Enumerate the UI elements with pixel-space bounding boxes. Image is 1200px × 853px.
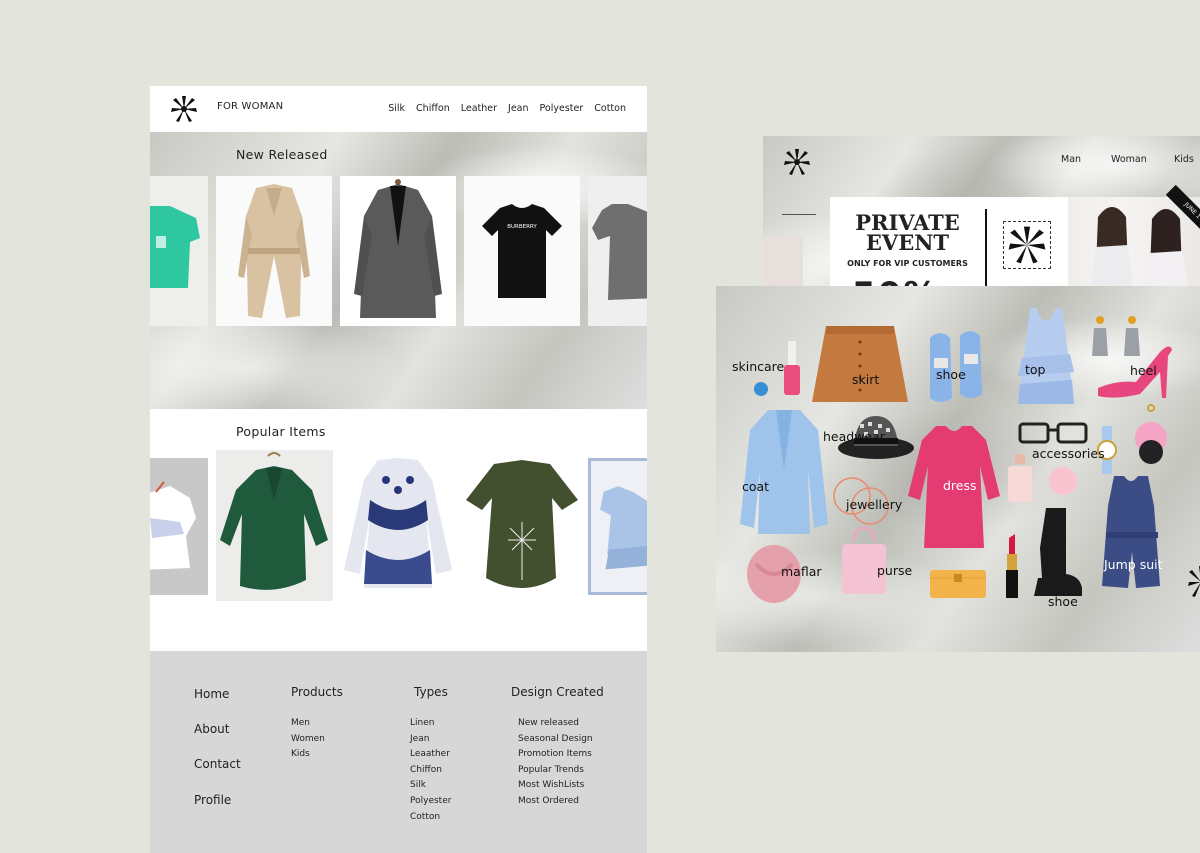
label-shoe-boot: shoe (1048, 594, 1078, 609)
footer-item[interactable]: Most WishLists (518, 778, 593, 794)
label-skirt: skirt (852, 372, 880, 387)
footer-list-design-created: New released Seasonal Design Promotion I… (518, 716, 593, 810)
nav-kids[interactable]: Kids (1174, 154, 1194, 165)
pink-handbag-image (840, 526, 888, 596)
website-mockup-main: FOR WOMAN Silk Chiffon Leather Jean Poly… (150, 86, 647, 853)
footer-link-contact[interactable]: Contact (194, 757, 241, 771)
footer-link-about[interactable]: About (194, 722, 229, 736)
fur-keychain-image (1130, 404, 1172, 470)
product-card-trench-coat[interactable] (216, 176, 332, 326)
product-card-green-tshirt[interactable] (150, 176, 208, 326)
promo-headline: PRIVATE EVENT (855, 210, 960, 255)
product-card-green-blouse[interactable] (216, 450, 333, 601)
footer-item[interactable]: Seasonal Design (518, 732, 593, 748)
perfume-image (1006, 454, 1034, 504)
divider (985, 209, 987, 286)
site-header: FOR WOMAN Silk Chiffon Leather Jean Poly… (150, 86, 647, 132)
nav-silk[interactable]: Silk (388, 103, 405, 114)
compact-powder-image (1048, 466, 1078, 496)
blue-coat-image (738, 410, 830, 536)
footer-item[interactable]: Popular Trends (518, 763, 593, 779)
footer-item[interactable]: New released (518, 716, 593, 732)
promo-discount: 50% (852, 275, 939, 286)
product-card-olive-top[interactable] (464, 450, 581, 601)
nav-woman[interactable]: Woman (1111, 154, 1147, 165)
label-jumpsuit: Jump suit (1104, 557, 1163, 572)
lily-stamp-icon (1003, 221, 1051, 269)
nav-leather[interactable]: Leather (461, 103, 497, 114)
footer-item[interactable]: Promotion Items (518, 747, 593, 763)
label-headwear: headwear (823, 429, 885, 444)
label-coat: coat (742, 479, 770, 494)
gold-clutch-image (930, 566, 986, 598)
fashion-mood-board: skincare skirt shoe top heel headwear ac… (716, 286, 1200, 652)
nav-chiffon[interactable]: Chiffon (416, 103, 450, 114)
product-card-ruffle-top[interactable] (150, 458, 208, 595)
lipstick-image (1005, 534, 1019, 598)
footer-link-profile[interactable]: Profile (194, 793, 231, 807)
footer-link-home[interactable]: Home (194, 687, 229, 701)
label-purse: purse (877, 563, 913, 578)
footer-item[interactable]: Polyester (410, 794, 451, 810)
side-thumbnail (763, 236, 803, 286)
divider (782, 214, 816, 215)
section-title: New Released (236, 147, 328, 162)
footer-list-products: Men Women Kids (291, 716, 325, 763)
navy-jumpsuit-image (1092, 476, 1170, 600)
promo-banner[interactable]: PRIVATE EVENT ONLY FOR VIP CUSTOMERS 50% (830, 197, 1068, 286)
product-card-floral-tunic[interactable] (340, 450, 457, 601)
label-accessories: accessories (1032, 446, 1105, 461)
brand-name: FOR WOMAN (217, 101, 284, 112)
label-top: top (1025, 362, 1046, 377)
product-card-grey-tshirt[interactable] (588, 176, 647, 326)
footer-heading-design-created: Design Created (511, 685, 604, 699)
nav-jean[interactable]: Jean (508, 103, 529, 114)
nav-polyester[interactable]: Polyester (540, 103, 584, 114)
footer-item[interactable]: Most Ordered (518, 794, 593, 810)
footer-item[interactable]: Men (291, 716, 325, 732)
lily-logo-icon[interactable] (169, 94, 199, 124)
site-footer: Home About Contact Profile Products Men … (150, 651, 647, 853)
new-released-section: New Released BURBERRY (150, 132, 647, 409)
product-card-peplum-top[interactable] (588, 458, 647, 595)
label-maflar: maflar (781, 564, 822, 579)
product-card-black-tshirt[interactable]: BURBERRY (464, 176, 580, 326)
label-jewellery: jewellery (846, 497, 903, 512)
blue-ruffle-top-image (1012, 308, 1080, 408)
tshirt-print: BURBERRY (507, 224, 537, 230)
footer-item[interactable]: Women (291, 732, 325, 748)
cream-ball-image (754, 381, 768, 396)
footer-list-types: Linen Jean Leaather Chiffon Silk Polyest… (410, 716, 451, 825)
footer-item[interactable]: Linen (410, 716, 451, 732)
footer-item[interactable]: Chiffon (410, 763, 451, 779)
label-dress: dress (943, 478, 977, 493)
main-nav: Silk Chiffon Leather Jean Polyester Cott… (388, 103, 626, 114)
section-title: Popular Items (236, 424, 326, 439)
popular-items-section: Popular Items (150, 409, 647, 651)
lily-logo-icon (1186, 562, 1200, 602)
footer-item[interactable]: Jean (410, 732, 451, 748)
footer-heading-types: Types (414, 685, 448, 699)
black-boot-image (1030, 508, 1084, 598)
label-skincare: skincare (732, 359, 785, 374)
nail-polish-image (782, 341, 802, 397)
label-heel: heel (1130, 363, 1157, 378)
nav-man[interactable]: Man (1061, 154, 1081, 165)
label-shoe: shoe (936, 367, 966, 382)
footer-item[interactable]: Silk (410, 778, 451, 794)
website-mockup-promo: Man Woman Kids PRIVATE EVENT ONLY FOR VI… (763, 136, 1200, 286)
footer-item[interactable]: Cotton (410, 810, 451, 826)
suede-skirt-image (812, 326, 908, 406)
lily-logo-icon[interactable] (782, 147, 812, 177)
glasses-image (1018, 422, 1088, 444)
footer-item[interactable]: Leaather (410, 747, 451, 763)
promo-subline: ONLY FOR VIP CUSTOMERS (847, 259, 968, 268)
footer-item[interactable]: Kids (291, 747, 325, 763)
product-card-wool-coat[interactable] (340, 176, 456, 326)
nav-cotton[interactable]: Cotton (594, 103, 626, 114)
model-photo (1068, 197, 1200, 286)
footer-heading-products: Products (291, 685, 343, 699)
